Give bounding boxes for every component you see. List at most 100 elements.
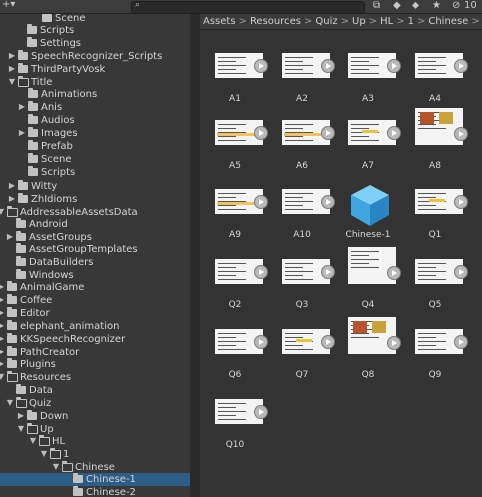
tree-item[interactable]: ▼ Quiz <box>0 397 190 410</box>
expand-arrow-icon[interactable]: ▶ <box>0 359 5 368</box>
breadcrumb-item[interactable]: Chinese <box>428 16 468 27</box>
audio-asset-tile[interactable]: Q8 <box>343 317 407 384</box>
scene-filter-icon[interactable]: ⧉ <box>373 0 380 12</box>
tree-item[interactable]: ▶ KKSpeechRecognizer <box>0 333 190 346</box>
play-icon[interactable] <box>321 195 335 209</box>
favorite-icon[interactable]: ★ <box>432 0 441 12</box>
tree-item[interactable]: ▶ Coffee <box>0 294 190 307</box>
tree-item[interactable]: Settings <box>0 37 190 50</box>
add-dropdown-icon[interactable]: +▾ <box>2 0 15 10</box>
tree-item[interactable]: ▶ SpeechRecognizer_Scripts <box>0 50 190 63</box>
play-icon[interactable] <box>387 126 401 140</box>
hidden-packages-icon[interactable]: ⊘ <box>452 0 460 12</box>
tree-item[interactable]: ▶ Anis <box>0 101 190 114</box>
play-icon[interactable] <box>387 266 401 280</box>
tree-item[interactable]: ▶ ThirdPartyVosk <box>0 63 190 76</box>
play-icon[interactable] <box>254 59 268 73</box>
play-icon[interactable] <box>254 405 268 419</box>
audio-asset-tile[interactable]: Q9 <box>410 324 474 384</box>
play-icon[interactable] <box>254 265 268 279</box>
collapse-arrow-icon[interactable]: ▼ <box>40 449 48 458</box>
folder-tree[interactable]: Scene Scripts Settings ▶ SpeechRecognizer_Sc… <box>0 14 190 497</box>
tree-item[interactable]: ▼ HL <box>0 435 190 448</box>
tree-item[interactable]: ▶ ZhIdioms <box>0 193 190 206</box>
expand-arrow-icon[interactable]: ▶ <box>0 321 5 330</box>
expand-arrow-icon[interactable]: ▶ <box>0 347 5 356</box>
tree-item[interactable]: ▶ AnimalGame <box>0 281 190 294</box>
audio-asset-tile[interactable]: A1 <box>210 48 274 108</box>
expand-arrow-icon[interactable]: ▶ <box>8 51 16 60</box>
tree-item[interactable]: Animations <box>0 88 190 101</box>
search-input[interactable]: ⌕ <box>131 0 365 14</box>
collapse-arrow-icon[interactable]: ▼ <box>8 77 16 86</box>
play-icon[interactable] <box>321 265 335 279</box>
tree-item[interactable]: ▼ Resources <box>0 371 190 384</box>
audio-asset-tile[interactable]: A2 <box>277 48 341 108</box>
play-icon[interactable] <box>454 59 468 73</box>
play-icon[interactable] <box>454 265 468 279</box>
tree-item[interactable]: Data <box>0 384 190 397</box>
tree-item[interactable]: Audios <box>0 114 190 127</box>
breadcrumb-item[interactable]: Up <box>352 16 366 27</box>
tree-item[interactable]: AssetGroupTemplates <box>0 243 190 256</box>
play-icon[interactable] <box>387 59 401 73</box>
audio-asset-tile[interactable]: A4 <box>410 48 474 108</box>
play-icon[interactable] <box>254 335 268 349</box>
audio-asset-tile[interactable]: Q2 <box>210 254 274 314</box>
expand-arrow-icon[interactable]: ▶ <box>0 308 5 317</box>
tree-item[interactable]: ▶ elephant_animation <box>0 320 190 333</box>
tree-item[interactable]: Scripts <box>0 166 190 179</box>
collapse-arrow-icon[interactable]: ▼ <box>52 462 60 471</box>
expand-arrow-icon[interactable]: ▶ <box>0 282 5 291</box>
tree-item[interactable]: Android <box>0 218 190 231</box>
expand-arrow-icon[interactable]: ▶ <box>8 181 16 190</box>
play-icon[interactable] <box>387 336 401 350</box>
breadcrumb-item[interactable]: Resources <box>250 16 301 27</box>
prefab-asset-tile[interactable]: Chinese-1 <box>343 184 407 244</box>
collapse-arrow-icon[interactable]: ▼ <box>0 372 5 381</box>
breadcrumb-item[interactable]: HL <box>380 16 393 27</box>
collapse-arrow-icon[interactable]: ▼ <box>29 436 37 445</box>
tree-item[interactable]: ▶ Plugins <box>0 358 190 371</box>
tree-item[interactable]: Prefab <box>0 140 190 153</box>
breadcrumb-item[interactable]: 1 <box>408 16 414 27</box>
expand-arrow-icon[interactable]: ▶ <box>18 102 26 111</box>
audio-asset-tile[interactable]: Q3 <box>277 254 341 314</box>
tree-item[interactable]: Chinese-2 <box>0 486 190 497</box>
play-icon[interactable] <box>454 195 468 209</box>
tree-item[interactable]: Chinese-1 <box>0 473 190 486</box>
tree-item[interactable]: ▶ Down <box>0 410 190 423</box>
expand-arrow-icon[interactable]: ▶ <box>17 411 25 420</box>
audio-asset-tile[interactable]: Q5 <box>410 254 474 314</box>
audio-asset-tile[interactable]: Q7 <box>277 324 341 384</box>
play-icon[interactable] <box>254 126 268 140</box>
play-icon[interactable] <box>321 59 335 73</box>
audio-asset-tile[interactable]: A3 <box>343 48 407 108</box>
breadcrumb-item[interactable]: Assets <box>203 16 236 27</box>
play-icon[interactable] <box>454 335 468 349</box>
expand-arrow-icon[interactable]: ▶ <box>0 334 5 343</box>
audio-asset-tile[interactable]: A10 <box>277 184 341 244</box>
label-icon[interactable]: ⬥ <box>412 0 419 12</box>
audio-asset-tile[interactable]: Q10 <box>210 394 274 454</box>
audio-asset-tile[interactable]: Q1 <box>410 184 474 244</box>
audio-asset-tile[interactable]: Q6 <box>210 324 274 384</box>
tree-item[interactable]: DataBuilders <box>0 256 190 269</box>
tree-item[interactable]: Scripts <box>0 24 190 37</box>
expand-arrow-icon[interactable]: ▶ <box>18 128 26 137</box>
audio-asset-tile[interactable]: A7 <box>343 115 407 175</box>
audio-asset-tile[interactable]: Q4 <box>343 247 407 314</box>
play-icon[interactable] <box>321 126 335 140</box>
collapse-arrow-icon[interactable]: ▼ <box>6 398 14 407</box>
play-icon[interactable] <box>254 195 268 209</box>
tree-item[interactable]: ▶ Images <box>0 127 190 140</box>
expand-arrow-icon[interactable]: ▶ <box>6 232 14 241</box>
tree-item[interactable]: Scene <box>0 153 190 166</box>
tree-item[interactable]: ▼ 1 <box>0 448 190 461</box>
panel-splitter[interactable] <box>190 14 200 497</box>
audio-asset-tile[interactable]: A9 <box>210 184 274 244</box>
expand-arrow-icon[interactable]: ▶ <box>0 295 5 304</box>
tree-item[interactable]: ▶ Editor <box>0 307 190 320</box>
type-filter-icon[interactable]: ◆ <box>393 0 401 12</box>
audio-asset-tile[interactable]: A8 <box>410 108 474 175</box>
